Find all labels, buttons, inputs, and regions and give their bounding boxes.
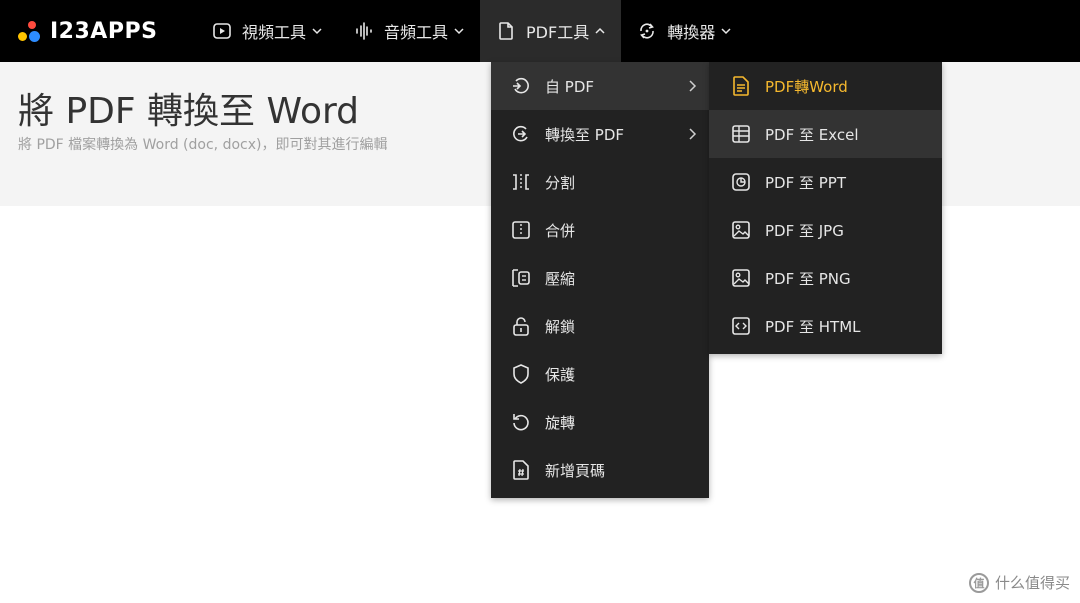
submenu-item-pdf-to-png[interactable]: PDF 至 PNG — [709, 254, 942, 302]
menu-item-label: 自 PDF — [545, 77, 594, 96]
watermark: 值 什么值得买 — [968, 572, 1070, 593]
to-pdf-icon — [509, 122, 533, 146]
play-icon — [212, 21, 232, 41]
pdf-tools-dropdown: 自 PDF 轉換至 PDF 分割 合併 壓縮 解鎖 保護 旋轉 新增頁碼 — [491, 62, 709, 498]
table-icon — [729, 122, 753, 146]
top-navbar: I23APPS 視頻工具 音頻工具 PDF工具 轉換器 — [0, 0, 1080, 62]
image-icon — [729, 218, 753, 242]
menu-item-split[interactable]: 分割 — [491, 158, 709, 206]
menu-item-label: 旋轉 — [545, 413, 576, 432]
logo-mark-icon — [18, 19, 42, 43]
submenu-item-label: PDF 至 JPG — [765, 221, 844, 240]
chevron-right-icon — [687, 78, 697, 94]
html-icon — [729, 314, 753, 338]
submenu-item-pdf-to-ppt[interactable]: PDF 至 PPT — [709, 158, 942, 206]
nav-converter[interactable]: 轉換器 — [621, 0, 747, 62]
nav-video-tools[interactable]: 視頻工具 — [196, 0, 338, 62]
nav-audio-tools[interactable]: 音頻工具 — [338, 0, 480, 62]
chevron-down-icon — [312, 26, 322, 36]
page-subtitle: 將 PDF 檔案轉換為 Word (doc, docx)，即可對其進行編輯 — [18, 137, 388, 153]
nav-label: PDF工具 — [526, 23, 590, 42]
document-icon — [496, 21, 516, 41]
nav-pdf-tools[interactable]: PDF工具 — [480, 0, 622, 62]
submenu-item-label: PDF 至 PPT — [765, 173, 847, 192]
submenu-item-pdf-to-excel[interactable]: PDF 至 Excel — [709, 110, 942, 158]
chevron-up-icon — [595, 26, 605, 36]
page-number-icon — [509, 458, 533, 482]
chevron-down-icon — [721, 26, 731, 36]
chevron-right-icon — [687, 126, 697, 142]
menu-item-rotate[interactable]: 旋轉 — [491, 398, 709, 446]
menu-item-from-pdf[interactable]: 自 PDF — [491, 62, 709, 110]
menu-item-label: 壓縮 — [545, 269, 576, 288]
submenu-item-label: PDF 至 Excel — [765, 125, 859, 144]
menu-item-unlock[interactable]: 解鎖 — [491, 302, 709, 350]
compress-icon — [509, 266, 533, 290]
convert-icon — [637, 21, 657, 41]
submenu-item-pdf-to-word[interactable]: PDF轉Word — [709, 62, 942, 110]
menu-item-add-page-numbers[interactable]: 新增頁碼 — [491, 446, 709, 494]
submenu-item-pdf-to-html[interactable]: PDF 至 HTML — [709, 302, 942, 350]
word-doc-icon — [729, 74, 753, 98]
menu-item-to-pdf[interactable]: 轉換至 PDF — [491, 110, 709, 158]
menu-item-protect[interactable]: 保護 — [491, 350, 709, 398]
menu-item-label: 解鎖 — [545, 317, 576, 336]
image-icon — [729, 266, 753, 290]
menu-item-label: 保護 — [545, 365, 576, 384]
audio-wave-icon — [354, 21, 374, 41]
logo[interactable]: I23APPS — [18, 19, 188, 44]
merge-icon — [509, 218, 533, 242]
unlock-icon — [509, 314, 533, 338]
submenu-item-pdf-to-jpg[interactable]: PDF 至 JPG — [709, 206, 942, 254]
split-icon — [509, 170, 533, 194]
watermark-logo-icon: 值 — [968, 572, 989, 593]
menu-item-label: 分割 — [545, 173, 576, 192]
rotate-icon — [509, 410, 533, 434]
from-pdf-submenu: PDF轉Word PDF 至 Excel PDF 至 PPT PDF 至 JPG… — [709, 62, 942, 354]
nav-label: 音頻工具 — [384, 23, 449, 42]
submenu-item-label: PDF轉Word — [765, 77, 848, 96]
menu-item-label: 新增頁碼 — [545, 461, 606, 480]
watermark-text: 什么值得买 — [994, 574, 1070, 592]
menu-item-merge[interactable]: 合併 — [491, 206, 709, 254]
menu-item-compress[interactable]: 壓縮 — [491, 254, 709, 302]
logo-text: I23APPS — [50, 18, 158, 44]
submenu-item-label: PDF 至 PNG — [765, 269, 851, 288]
shield-icon — [509, 362, 533, 386]
page-title: 將 PDF 轉換至 Word — [18, 91, 359, 132]
nav-label: 視頻工具 — [242, 23, 307, 42]
nav-label: 轉換器 — [667, 23, 716, 42]
chevron-down-icon — [454, 26, 464, 36]
ppt-icon — [729, 170, 753, 194]
menu-item-label: 合併 — [545, 221, 576, 240]
from-pdf-icon — [509, 74, 533, 98]
menu-item-label: 轉換至 PDF — [545, 125, 624, 144]
submenu-item-label: PDF 至 HTML — [765, 317, 861, 336]
